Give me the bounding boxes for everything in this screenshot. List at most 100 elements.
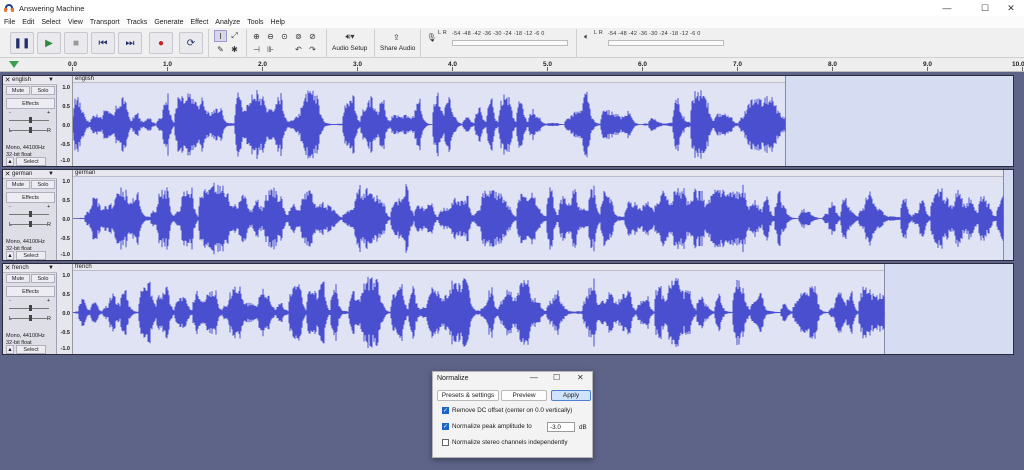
- track-menu-icon[interactable]: ▼: [48, 265, 57, 271]
- peak-amplitude-input[interactable]: -3.0: [547, 422, 575, 432]
- audio-clip[interactable]: english: [73, 76, 786, 166]
- stereo-independent-row[interactable]: Normalize stereo channels independently: [442, 439, 568, 446]
- playback-meter-scale[interactable]: -54 -48 -42 -36 -30 -24 -18 -12 -6 0: [608, 31, 701, 37]
- playback-speaker-icon[interactable]: 🔈︎: [580, 31, 593, 43]
- envelope-tool-icon[interactable]: ⤢: [228, 30, 241, 42]
- waveform[interactable]: [73, 271, 885, 354]
- skip-to-end-button[interactable]: ⏭: [118, 32, 142, 54]
- select-track-button[interactable]: Select: [16, 251, 46, 260]
- close-track-icon[interactable]: ✕: [3, 264, 12, 272]
- apply-button[interactable]: Apply: [551, 390, 591, 401]
- presets-settings-button[interactable]: Presets & settings: [437, 390, 499, 401]
- pan-slider[interactable]: [9, 127, 49, 133]
- track-name[interactable]: german: [12, 171, 48, 177]
- collapse-track-icon[interactable]: ▲: [6, 157, 14, 166]
- track-name[interactable]: french: [12, 265, 48, 271]
- waveform[interactable]: [73, 83, 786, 166]
- pan-slider[interactable]: [9, 315, 49, 321]
- play-button[interactable]: ▶: [37, 32, 61, 54]
- menu-generate[interactable]: Generate: [154, 19, 183, 26]
- menu-select[interactable]: Select: [41, 19, 60, 26]
- solo-button[interactable]: Solo: [31, 274, 55, 283]
- audio-track[interactable]: ✕ english ▼ Mute Solo Effects - + L R Mo…: [2, 75, 1014, 167]
- microphone-icon[interactable]: 🎙︎: [425, 31, 438, 43]
- share-audio-button[interactable]: Share Audio: [380, 45, 415, 52]
- mute-button[interactable]: Mute: [6, 86, 30, 95]
- remove-dc-row[interactable]: ✓ Remove DC offset (center on 0.0 vertic…: [442, 407, 572, 414]
- record-meter-bar[interactable]: [452, 40, 568, 46]
- record-meter-scale[interactable]: -54 -48 -42 -36 -30 -24 -18 -12 -6 0: [452, 31, 545, 37]
- dialog-minimize-icon[interactable]: —: [530, 373, 538, 382]
- zoom-in-icon[interactable]: ⊕: [250, 30, 263, 42]
- effects-button[interactable]: Effects: [6, 98, 55, 109]
- dialog-maximize-icon[interactable]: ☐: [553, 373, 560, 382]
- track-menu-icon[interactable]: ▼: [48, 171, 57, 177]
- play-head-icon[interactable]: [9, 61, 19, 68]
- track-menu-icon[interactable]: ▼: [48, 77, 57, 83]
- multi-tool-icon[interactable]: ✱: [228, 43, 241, 55]
- mute-button[interactable]: Mute: [6, 274, 30, 283]
- clip-name[interactable]: french: [73, 264, 884, 271]
- empty-track-area[interactable]: [1004, 170, 1013, 260]
- select-track-button[interactable]: Select: [16, 345, 46, 354]
- collapse-track-icon[interactable]: ▲: [6, 345, 14, 354]
- menu-file[interactable]: File: [4, 19, 15, 26]
- menu-edit[interactable]: Edit: [22, 19, 34, 26]
- undo-icon[interactable]: ↶: [292, 43, 305, 55]
- gain-slider[interactable]: [9, 117, 49, 123]
- select-track-button[interactable]: Select: [16, 157, 46, 166]
- waveform[interactable]: [73, 177, 1004, 260]
- share-icon[interactable]: ⇪: [390, 31, 403, 43]
- remove-dc-checkbox[interactable]: ✓: [442, 407, 449, 414]
- audio-track[interactable]: ✕ french ▼ Mute Solo Effects - + L R Mon…: [2, 263, 1014, 355]
- normalize-peak-row[interactable]: ✓ Normalize peak amplitude to: [442, 423, 532, 430]
- zoom-out-icon[interactable]: ⊖: [264, 30, 277, 42]
- trim-outside-icon[interactable]: ⊣: [250, 43, 263, 55]
- menu-help[interactable]: Help: [271, 19, 285, 26]
- effects-button[interactable]: Effects: [6, 286, 55, 297]
- pause-button[interactable]: ❚❚: [10, 32, 34, 54]
- zoom-toggle-icon[interactable]: ⊘: [306, 30, 319, 42]
- skip-to-start-button[interactable]: ⏮: [91, 32, 115, 54]
- menu-transport[interactable]: Transport: [90, 19, 120, 26]
- fit-selection-icon[interactable]: ⊙: [278, 30, 291, 42]
- menu-tracks[interactable]: Tracks: [127, 19, 148, 26]
- menu-view[interactable]: View: [68, 19, 83, 26]
- clip-name[interactable]: english: [73, 76, 785, 83]
- dialog-close-icon[interactable]: ✕: [577, 373, 584, 382]
- selection-tool-icon[interactable]: I: [214, 30, 227, 42]
- draw-tool-icon[interactable]: ✎: [214, 43, 227, 55]
- track-name[interactable]: english: [12, 77, 48, 83]
- fit-project-icon[interactable]: ⊚: [292, 30, 305, 42]
- menu-effect[interactable]: Effect: [191, 19, 209, 26]
- audio-setup-button[interactable]: Audio Setup: [332, 45, 367, 52]
- close-track-icon[interactable]: ✕: [3, 76, 12, 84]
- timeline-ruler[interactable]: 0.0 1.0 2.0 3.0 4.0 5.0 6.0 7.0 8.0 9.0 10.0: [0, 58, 1024, 72]
- empty-track-area[interactable]: [786, 76, 1013, 166]
- audio-clip[interactable]: french: [73, 264, 885, 354]
- normalize-peak-checkbox[interactable]: ✓: [442, 423, 449, 430]
- gain-slider[interactable]: [9, 211, 49, 217]
- stereo-independent-checkbox[interactable]: [442, 439, 449, 446]
- stop-button[interactable]: ■: [64, 32, 88, 54]
- speaker-icon[interactable]: 🔊︎▾: [340, 31, 360, 43]
- close-track-icon[interactable]: ✕: [3, 170, 12, 178]
- menu-tools[interactable]: Tools: [247, 19, 263, 26]
- audio-clip[interactable]: german: [73, 170, 1004, 260]
- audio-track[interactable]: ✕ german ▼ Mute Solo Effects - + L R Mon…: [2, 169, 1014, 261]
- mute-button[interactable]: Mute: [6, 180, 30, 189]
- playback-meter-bar[interactable]: [608, 40, 724, 46]
- clip-name[interactable]: german: [73, 170, 1003, 177]
- solo-button[interactable]: Solo: [31, 86, 55, 95]
- loop-button[interactable]: ⟳: [179, 32, 203, 54]
- empty-track-area[interactable]: [885, 264, 1013, 354]
- silence-selection-icon[interactable]: ⊪: [264, 43, 277, 55]
- effects-button[interactable]: Effects: [6, 192, 55, 203]
- redo-icon[interactable]: ↷: [306, 43, 319, 55]
- preview-button[interactable]: Preview: [501, 390, 547, 401]
- menu-analyze[interactable]: Analyze: [215, 19, 240, 26]
- pan-slider[interactable]: [9, 221, 49, 227]
- gain-slider[interactable]: [9, 305, 49, 311]
- collapse-track-icon[interactable]: ▲: [6, 251, 14, 260]
- solo-button[interactable]: Solo: [31, 180, 55, 189]
